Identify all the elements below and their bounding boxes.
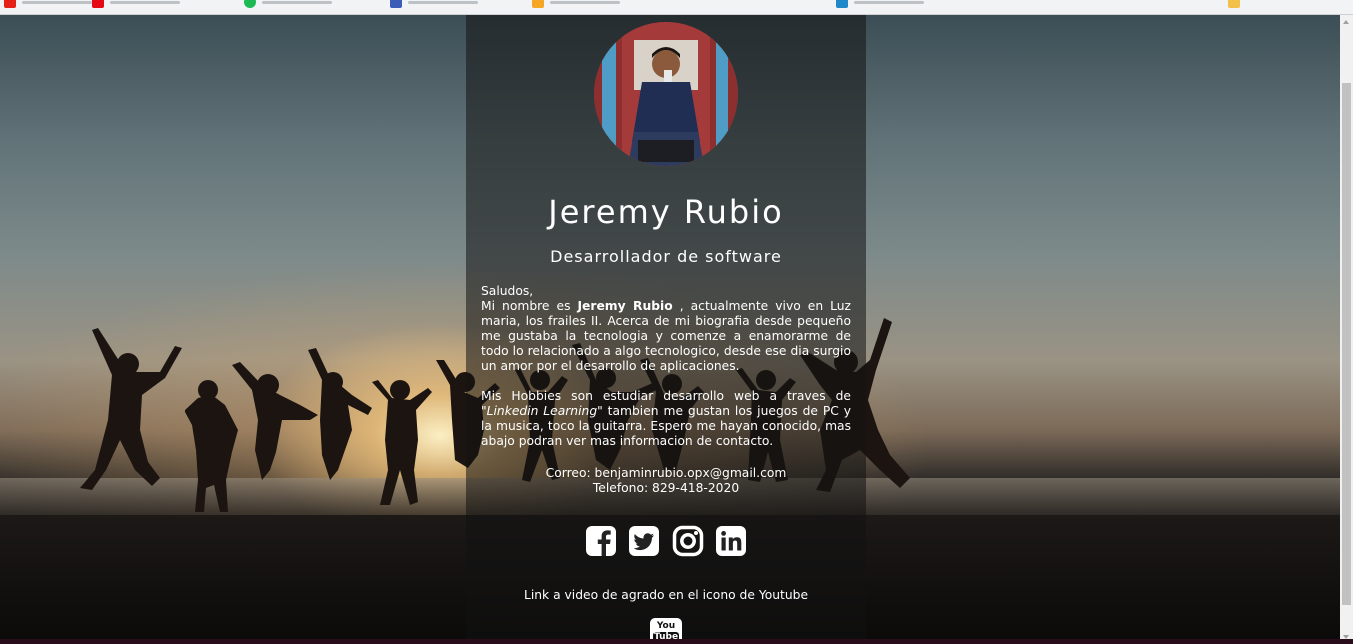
scrollbar-thumb[interactable] (1342, 83, 1351, 605)
bio-text: Mi nombre es (481, 299, 578, 313)
vertical-scrollbar[interactable] (1340, 15, 1353, 644)
social-links (585, 525, 747, 559)
contact-info: Correo: benjaminrubio.opx@gmail.com Tele… (466, 466, 866, 496)
bio-paragraph-2: Mis Hobbies son estudiar desarrollo web … (481, 389, 851, 449)
linkedin-icon[interactable] (715, 525, 747, 557)
bookmark-folder[interactable] (1228, 0, 1240, 8)
bio-name-bold: Jeremy Rubio (577, 299, 673, 313)
profile-card: Jeremy Rubio Desarrollador de software S… (466, 15, 866, 644)
profile-title: Desarrollador de software (550, 247, 782, 266)
folder-icon (1228, 0, 1240, 8)
contact-phone: Telefono: 829-418-2020 (592, 481, 740, 495)
bookmark-favicon-icon (532, 0, 544, 8)
bookmark-item[interactable] (390, 0, 478, 8)
instagram-icon[interactable] (672, 525, 704, 557)
bookmark-item[interactable] (532, 0, 620, 8)
youtube-note: Link a video de agrado en el icono de Yo… (523, 588, 809, 602)
profile-name: Jeremy Rubio (548, 193, 784, 231)
youtube-icon-label: You (656, 621, 676, 631)
bookmark-spotify[interactable] (244, 0, 332, 8)
bookmark-youtube[interactable] (4, 0, 92, 8)
facebook-icon[interactable] (585, 525, 617, 557)
bookmark-favicon-icon (836, 0, 848, 8)
spotify-favicon-icon (244, 0, 256, 8)
bookmark-item[interactable] (836, 0, 924, 8)
bio-section: Saludos, Mi nombre es Jeremy Rubio , act… (481, 284, 851, 449)
bio-paragraph-1: Mi nombre es Jeremy Rubio , actualmente … (481, 299, 851, 374)
youtube-favicon-icon (4, 0, 16, 8)
profile-photo (594, 22, 738, 166)
contact-email: Correo: benjaminrubio.opx@gmail.com (545, 466, 787, 480)
bookmark-favicon-icon (390, 0, 402, 8)
taskbar-strip (0, 639, 1353, 644)
netflix-favicon-icon (92, 0, 104, 8)
twitter-icon[interactable] (628, 525, 660, 557)
bookmarks-bar (0, 0, 1353, 15)
bio-greeting: Saludos, (481, 284, 534, 298)
bio-linkedin-learning: Linkedin Learning (486, 404, 598, 418)
bookmark-netflix[interactable] (92, 0, 180, 8)
scroll-up-arrow-icon[interactable] (1343, 20, 1349, 24)
avatar (594, 22, 738, 166)
